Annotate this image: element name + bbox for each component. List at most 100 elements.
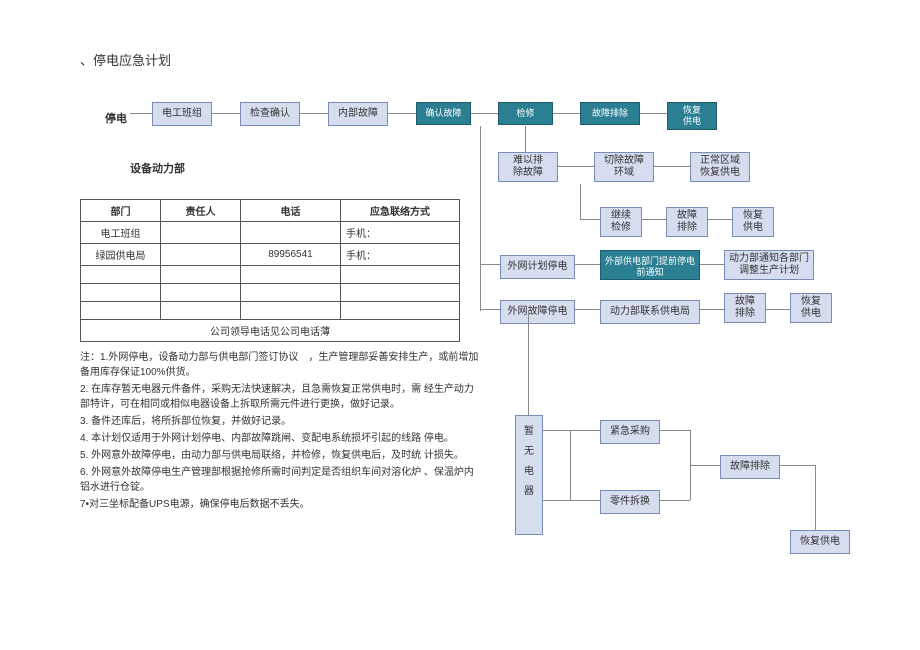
connector bbox=[780, 465, 815, 466]
node-dept-notify: 动力部通知各部门 调整生产计划 bbox=[724, 250, 814, 280]
node-hard-remove: 难以排 除故障 bbox=[498, 152, 558, 182]
text-line: 调整生产计划 bbox=[727, 265, 811, 277]
node-external-notice: 外部供电部门提前停电前通知 bbox=[600, 250, 700, 280]
text-line: 恢复 bbox=[670, 105, 714, 116]
connector bbox=[471, 113, 498, 114]
node-urgent-buy: 紧急采购 bbox=[600, 420, 660, 444]
connector bbox=[654, 166, 690, 167]
note-item: 2. 在库存暂无电器元件备件，采购无法快速解决，且急需恢复正常供电时，需 经生产… bbox=[80, 382, 480, 412]
table-row bbox=[81, 302, 460, 320]
connector bbox=[815, 465, 816, 530]
connector bbox=[480, 126, 481, 311]
table-row: 绿园供电局 89956541 手机： bbox=[81, 244, 460, 266]
table-row bbox=[81, 266, 460, 284]
note-item: 4. 本计划仅适用于外网计划停电、内部故障跳闸、变配电系统损坏引起的线路 停电。 bbox=[80, 431, 480, 446]
notes-block: 注：1.外网停电，设备动力部与供电部门签订协议 ，生产管理部妥善安排生产，或前增… bbox=[80, 348, 480, 514]
node-check: 检查确认 bbox=[240, 102, 300, 126]
connector bbox=[130, 113, 152, 114]
node-restore-4: 恢复供电 bbox=[790, 530, 850, 554]
text-line: 检修 bbox=[603, 222, 639, 234]
text-line: 供电 bbox=[793, 308, 829, 320]
node-cut-fault: 切除故障 环域 bbox=[594, 152, 654, 182]
connector bbox=[480, 264, 500, 265]
text-line: 继续 bbox=[603, 210, 639, 222]
cell bbox=[161, 244, 241, 266]
node-fault-remove-2: 故障 排除 bbox=[666, 207, 708, 237]
cell bbox=[81, 302, 161, 320]
connector bbox=[543, 430, 600, 431]
node-no-device: 暂 无 电 器 bbox=[515, 415, 543, 535]
text-line: 器 bbox=[520, 482, 538, 502]
cell bbox=[81, 284, 161, 302]
node-restore-3: 恢复 供电 bbox=[790, 293, 832, 323]
col-contact: 应急联络方式 bbox=[341, 200, 460, 222]
text-line: 恢复 bbox=[793, 296, 829, 308]
connector bbox=[388, 113, 416, 114]
connector bbox=[525, 126, 526, 152]
node-internal-fault: 内部故障 bbox=[328, 102, 388, 126]
table-row bbox=[81, 284, 460, 302]
connector bbox=[212, 113, 240, 114]
cell: 绿园供电局 bbox=[81, 244, 161, 266]
connector bbox=[640, 113, 667, 114]
col-phone: 电话 bbox=[241, 200, 341, 222]
connector bbox=[690, 465, 720, 466]
page-title: 、停电应急计划 bbox=[80, 50, 171, 69]
node-restore-2: 恢复 供电 bbox=[732, 207, 774, 237]
table-row: 部门 责任人 电话 应急联络方式 bbox=[81, 200, 460, 222]
note-item: 注：1.外网停电，设备动力部与供电部门签订协议 ，生产管理部妥善安排生产，或前增… bbox=[80, 350, 480, 380]
connector bbox=[300, 113, 328, 114]
text-line: 无 bbox=[520, 442, 538, 462]
text-line: 供电 bbox=[670, 116, 714, 127]
text-line: 切除故障 bbox=[597, 155, 651, 167]
note-item: 6. 外网意外故障停电生产管理部根据抢修所需时间判定是否组织车间对溶化炉 、保温… bbox=[80, 465, 480, 495]
text-line: 动力部通知各部门 bbox=[727, 253, 811, 265]
node-continue-repair: 继续 检修 bbox=[600, 207, 642, 237]
connector bbox=[766, 309, 790, 310]
connector bbox=[558, 166, 594, 167]
text-line: 环域 bbox=[597, 167, 651, 179]
text-line: 恢复供电 bbox=[693, 167, 747, 179]
connector bbox=[660, 500, 690, 501]
connector bbox=[660, 430, 690, 431]
table-footer: 公司领导电话见公司电话薄 bbox=[81, 320, 460, 342]
node-team: 电工班组 bbox=[152, 102, 212, 126]
node-fault-remove: 故障排除 bbox=[580, 102, 640, 125]
node-restore-power-1: 恢复 供电 bbox=[667, 102, 717, 130]
connector bbox=[553, 113, 580, 114]
col-person: 责任人 bbox=[161, 200, 241, 222]
note-item: 3. 备件还库后，将所拆部位恢复，并做好记录。 bbox=[80, 414, 480, 429]
node-poweroff: 停电 bbox=[105, 110, 127, 126]
connector bbox=[580, 184, 581, 219]
note-item: 7•对三坐标配备UPS电源，确保停电后数据不丢失。 bbox=[80, 497, 480, 512]
node-external-fault: 外网故障停电 bbox=[500, 300, 575, 324]
col-dept: 部门 bbox=[81, 200, 161, 222]
cell: 电工班组 bbox=[81, 222, 161, 244]
text-line: 恢复 bbox=[735, 210, 771, 222]
cell bbox=[81, 266, 161, 284]
connector bbox=[580, 219, 600, 220]
connector bbox=[543, 500, 600, 501]
text-line: 电 bbox=[520, 462, 538, 482]
text-line: 供电 bbox=[735, 222, 771, 234]
cell bbox=[161, 302, 241, 320]
node-fault-remove-4: 故障排除 bbox=[720, 455, 780, 479]
connector bbox=[642, 219, 666, 220]
node-contact-bureau: 动力部联系供电局 bbox=[600, 300, 700, 324]
cell bbox=[341, 266, 460, 284]
text-line: 暂 bbox=[520, 422, 538, 442]
node-fault-remove-3: 故障 排除 bbox=[724, 293, 766, 323]
cell bbox=[241, 222, 341, 244]
cell bbox=[341, 284, 460, 302]
cell bbox=[161, 222, 241, 244]
node-swap-part: 零件拆换 bbox=[600, 490, 660, 514]
text-line: 除故障 bbox=[501, 167, 555, 179]
node-normal-zone: 正常区域 恢复供电 bbox=[690, 152, 750, 182]
contact-table: 部门 责任人 电话 应急联络方式 电工班组 手机： 绿园供电局 89956541… bbox=[80, 199, 460, 342]
cell: 手机： bbox=[341, 244, 460, 266]
text-line: 难以排 bbox=[501, 155, 555, 167]
node-repair: 检修 bbox=[498, 102, 553, 125]
subhead-equipment-dept: 设备动力部 bbox=[130, 160, 185, 176]
cell: 手机： bbox=[341, 222, 460, 244]
text-line: 正常区域 bbox=[693, 155, 747, 167]
